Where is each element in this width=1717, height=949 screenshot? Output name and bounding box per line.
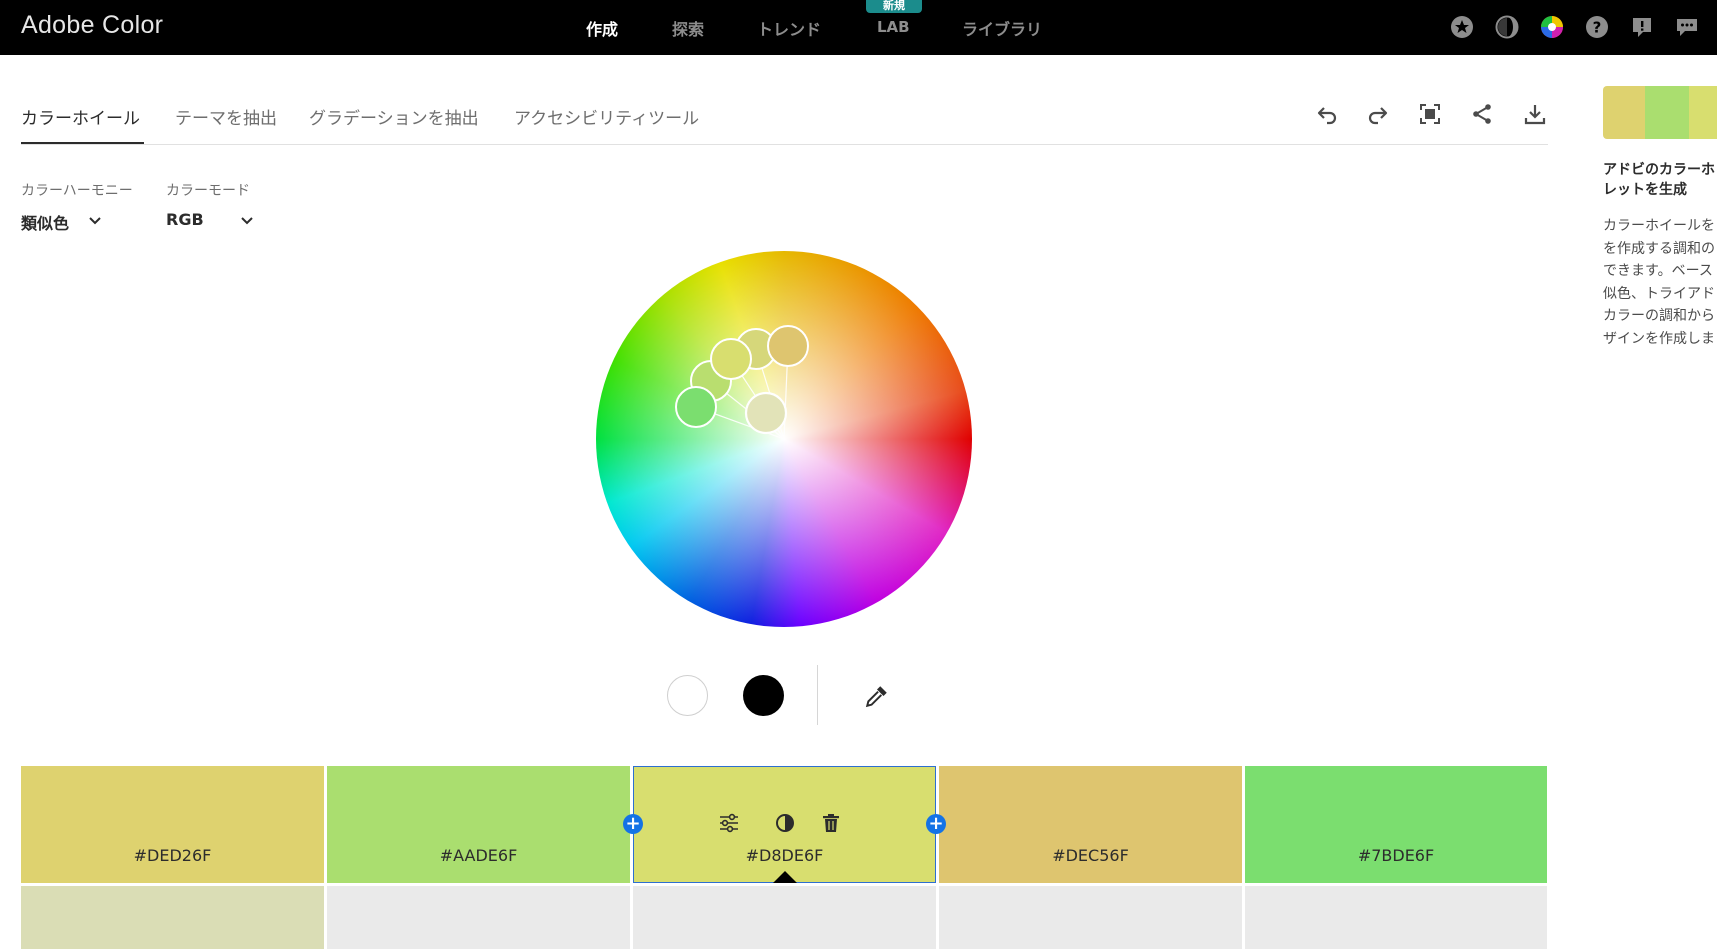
redo-icon[interactable] (1366, 102, 1390, 126)
add-color-left-button[interactable]: + (623, 814, 643, 834)
description-line: を作成する調和の (1603, 240, 1715, 257)
color-swatch[interactable]: #7BDE6F (1245, 766, 1547, 883)
harmony-dropdown-value[interactable]: 類似色 (21, 210, 69, 234)
download-icon[interactable] (1523, 102, 1547, 126)
swatch-hex-value[interactable]: #7BDE6F (1245, 846, 1547, 865)
sliders-icon[interactable] (718, 812, 740, 834)
shade-cell[interactable] (327, 886, 630, 949)
undo-icon[interactable] (1315, 102, 1339, 126)
tab-extract-theme[interactable]: テーマを抽出 (175, 104, 277, 129)
tab-divider (21, 144, 1548, 145)
nav-create[interactable]: 作成 (586, 16, 618, 40)
color-swatch[interactable]: #DEC56F (939, 766, 1242, 883)
black-brightness-button[interactable] (743, 675, 784, 716)
right-panel-title: アドビのカラーホ レットを生成 (1603, 160, 1717, 200)
contrast-moon-icon[interactable] (1495, 15, 1519, 39)
right-panel-description: カラーホイールを を作成する調和の できます。ベース 似色、トライアド カラーの… (1603, 215, 1717, 350)
share-icon[interactable] (1470, 102, 1494, 126)
swatch-hex-value[interactable]: #DED26F (21, 846, 324, 865)
color-swatch[interactable]: #DED26F (21, 766, 324, 883)
chevron-down-icon[interactable] (88, 214, 102, 228)
tab-accessibility-tools[interactable]: アクセシビリティツール (514, 104, 699, 129)
color-handle[interactable] (767, 325, 809, 367)
chevron-down-icon[interactable] (240, 214, 254, 228)
color-wheel-icon[interactable] (1540, 15, 1564, 39)
tab-extract-gradient[interactable]: グラデーションを抽出 (309, 104, 479, 129)
swatch-hex-value[interactable]: #DEC56F (939, 846, 1242, 865)
feedback-alert-icon[interactable] (1630, 15, 1654, 39)
white-brightness-button[interactable] (667, 675, 708, 716)
nav-trends[interactable]: トレンド (757, 16, 821, 40)
description-line: カラーホイールを (1603, 218, 1715, 234)
color-mode-label: カラーモード (166, 183, 250, 199)
fullscreen-icon[interactable] (1418, 102, 1442, 126)
base-color-marker-icon (773, 871, 797, 883)
new-badge: 新規 (866, 0, 922, 13)
palette-preview-color (1645, 86, 1689, 139)
app-title[interactable]: Adobe Color (21, 11, 163, 40)
shade-cell[interactable] (21, 886, 324, 949)
shade-cell[interactable] (633, 886, 936, 949)
right-panel-title-line: アドビのカラーホ (1603, 162, 1715, 178)
trash-icon[interactable] (820, 812, 842, 834)
saved-palette-preview[interactable] (1603, 86, 1717, 139)
swatch-hex-value[interactable]: #AADE6F (327, 846, 630, 865)
eyedropper-icon[interactable] (864, 683, 890, 709)
contrast-icon[interactable] (774, 812, 796, 834)
color-handle[interactable] (710, 338, 752, 380)
description-line: ザインを作成しま (1603, 330, 1715, 347)
right-panel-title-line: レットを生成 (1603, 182, 1687, 198)
palette-preview-color (1689, 86, 1717, 139)
palette-preview-color (1603, 86, 1645, 139)
chat-icon[interactable] (1675, 15, 1699, 39)
add-color-right-button[interactable]: + (926, 814, 946, 834)
base-color-handle[interactable] (744, 391, 788, 435)
nav-library[interactable]: ライブラリ (962, 16, 1042, 40)
top-navigation-bar: Adobe Color 作成 探索 トレンド 新規 LAB ライブラリ ? (0, 0, 1717, 55)
tab-color-wheel[interactable]: カラーホイール (21, 104, 140, 129)
controls-divider (817, 665, 818, 725)
swatch-hex-value[interactable]: #D8DE6F (633, 846, 936, 865)
color-mode-dropdown-value[interactable]: RGB (166, 210, 204, 229)
color-swatch[interactable]: #AADE6F (327, 766, 630, 883)
harmony-label: カラーハーモニー (21, 183, 133, 199)
description-line: 似色、トライアド (1603, 285, 1715, 302)
star-icon[interactable] (1450, 15, 1474, 39)
description-line: カラーの調和から (1603, 308, 1715, 324)
help-icon[interactable]: ? (1585, 15, 1609, 39)
nav-explore[interactable]: 探索 (672, 16, 704, 40)
shade-cell[interactable] (1245, 886, 1547, 949)
color-handles-overlay (675, 325, 809, 440)
color-handle[interactable] (675, 386, 717, 428)
shade-cell[interactable] (939, 886, 1242, 949)
description-line: できます。ベース (1603, 263, 1713, 279)
nav-lab[interactable]: LAB (877, 18, 910, 36)
svg-text:?: ? (1593, 19, 1602, 37)
